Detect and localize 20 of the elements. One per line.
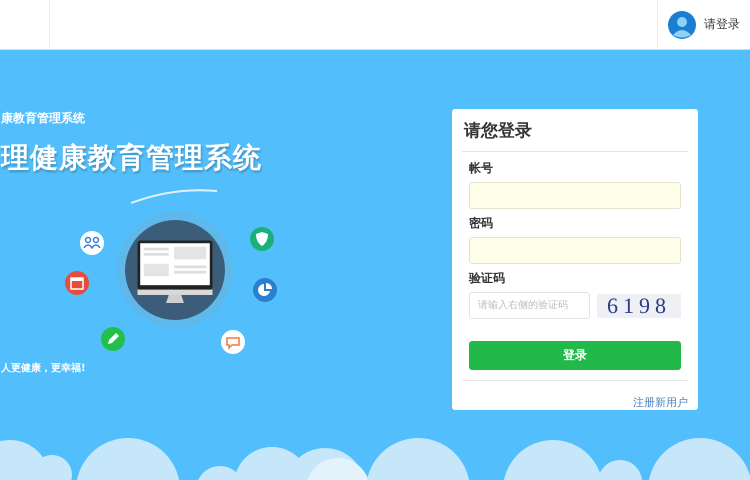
slogan-text: 人更健康，更幸福! [1,362,87,375]
login-title: 请您登录 [462,117,688,152]
field-label: 密码 [469,215,494,232]
field-label: 帐号 [469,160,494,177]
system-subtitle: 康教育管理系统 [1,110,86,127]
pencil-icon [101,327,125,351]
password-input[interactable] [469,237,681,264]
chat-icon [221,330,245,354]
pie-chart-icon [253,278,277,302]
login-link[interactable]: 请登录 [704,16,740,33]
account-input[interactable] [469,182,681,209]
captcha-input[interactable]: 请输入右侧的验证码 [469,292,590,319]
user-avatar-icon[interactable] [668,10,696,38]
field-label: 验证码 [469,270,506,287]
register-link[interactable]: 注册新用户 [633,396,688,409]
system-title: 理健康教育管理系统 [1,140,263,176]
shield-icon [250,227,274,251]
captcha-image[interactable]: 6198 [597,294,681,318]
people-icon [80,231,104,255]
calendar-icon [65,271,89,295]
